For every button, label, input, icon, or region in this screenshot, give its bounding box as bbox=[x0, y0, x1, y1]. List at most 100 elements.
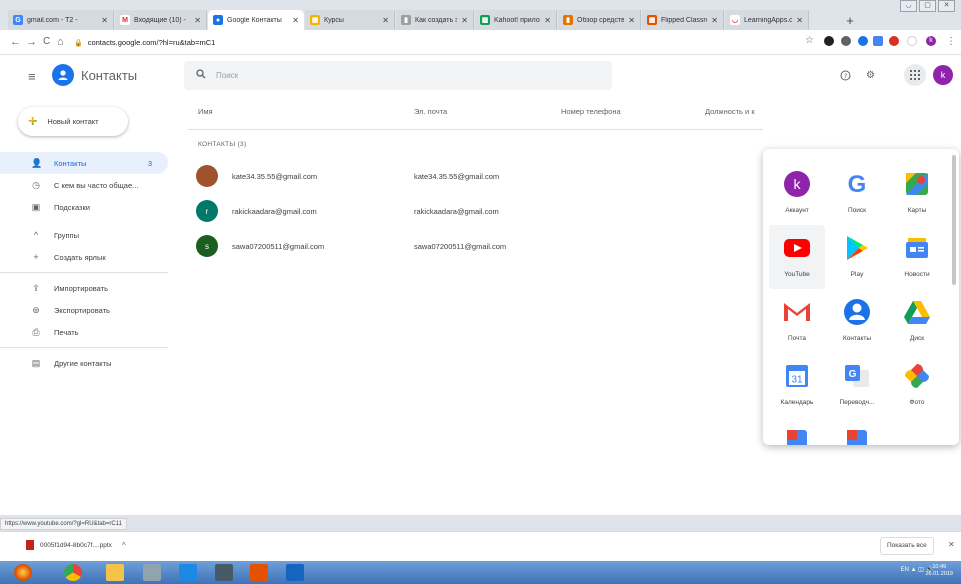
maximize-button[interactable]: ▢ bbox=[919, 0, 936, 12]
contact-email: rakickaadara@gmail.com bbox=[414, 207, 499, 216]
contact-row[interactable]: s sawa07200511@gmail.com sawa07200511@gmai… bbox=[188, 230, 763, 262]
column-header-job[interactable]: Должность и к bbox=[705, 107, 755, 116]
browser-tab[interactable]: ▦ Курсы ✕ bbox=[305, 10, 395, 30]
status-url: https://www.youtube.com/?gl=RU&tab=rC11 bbox=[0, 518, 127, 530]
tab-close-icon[interactable]: ✕ bbox=[101, 16, 108, 25]
svg-text:31: 31 bbox=[791, 375, 803, 386]
app-taskbar-icon[interactable] bbox=[179, 564, 197, 581]
account-avatar[interactable]: k bbox=[933, 65, 953, 85]
sidebar-item[interactable]: ▤ Другие контакты bbox=[0, 352, 170, 374]
app-tile[interactable]: Почта bbox=[769, 289, 825, 353]
browser-tab[interactable]: M Входящие (10) - ✕ bbox=[115, 10, 207, 30]
sidebar-item[interactable]: ^ Группы bbox=[0, 224, 170, 246]
sidebar-item[interactable]: + Создать ярлык bbox=[0, 246, 170, 268]
sidebar-item[interactable]: ⊛ Экспортировать bbox=[0, 299, 170, 321]
new-contact-button[interactable]: + Новый контакт bbox=[18, 107, 128, 136]
profile-avatar[interactable]: k bbox=[926, 36, 936, 46]
app-tile[interactable]: G Переводч... bbox=[829, 353, 885, 417]
minimize-button[interactable]: ◡ bbox=[900, 0, 917, 12]
extension-icon[interactable] bbox=[889, 36, 899, 46]
settings-icon[interactable]: ⚙ bbox=[866, 70, 875, 81]
sidebar-item-label: Создать ярлык bbox=[54, 252, 106, 262]
tab-close-icon[interactable]: ✕ bbox=[628, 16, 635, 25]
extension-icon[interactable] bbox=[841, 36, 851, 46]
sidebar-item-label: Контакты bbox=[54, 158, 87, 168]
browser-tab[interactable]: ◡ LearningApps.or ✕ bbox=[725, 10, 809, 30]
app-taskbar-icon[interactable] bbox=[215, 564, 233, 581]
back-icon[interactable]: ← bbox=[10, 36, 21, 48]
browser-tab[interactable]: Ggmail.com - Т2 - ✕ bbox=[8, 10, 114, 30]
bookmark-star-icon[interactable]: ☆ bbox=[805, 35, 814, 46]
powerpoint-taskbar-icon[interactable] bbox=[250, 564, 268, 581]
app-tile[interactable] bbox=[769, 417, 825, 445]
download-item[interactable]: 0005f1d94-8b0c7f....pptx ^ bbox=[26, 540, 126, 550]
sidebar-item[interactable]: ⇪ Импортировать bbox=[0, 277, 170, 299]
tab-close-icon[interactable]: ✕ bbox=[796, 16, 803, 25]
browser-tab[interactable]: ● Google Контакты ✕ bbox=[208, 10, 304, 30]
column-header-name[interactable]: Имя bbox=[198, 107, 213, 116]
google-apps-button[interactable] bbox=[904, 64, 926, 86]
app-tile[interactable]: Фото bbox=[889, 353, 945, 417]
apps-panel-scrollbar[interactable] bbox=[952, 155, 956, 285]
contact-email: sawa07200511@gmail.com bbox=[414, 242, 507, 251]
app-tile[interactable]: YouTube bbox=[769, 225, 825, 289]
browser-tab[interactable]: ▮ Как создать эле ✕ bbox=[396, 10, 474, 30]
tab-close-icon[interactable]: ✕ bbox=[292, 16, 299, 25]
tab-close-icon[interactable]: ✕ bbox=[544, 16, 551, 25]
extension-icon[interactable] bbox=[907, 36, 917, 46]
contact-row[interactable]: r rakickaadara@gmail.com rakickaadara@gmai… bbox=[188, 195, 763, 227]
column-header-email[interactable]: Эл. почта bbox=[414, 107, 447, 116]
app-tile[interactable]: Диск bbox=[889, 289, 945, 353]
app-tile[interactable]: k Аккаунт bbox=[769, 161, 825, 225]
close-window-button[interactable]: ✕ bbox=[938, 0, 955, 12]
explorer-taskbar-icon[interactable] bbox=[106, 564, 124, 581]
tab-close-icon[interactable]: ✕ bbox=[382, 16, 389, 25]
address-bar[interactable]: 🔒 contacts.google.com/?hl=ru&tab=mC1 bbox=[74, 34, 834, 51]
app-tile[interactable]: 31 Календарь bbox=[769, 353, 825, 417]
app-tile[interactable] bbox=[829, 417, 885, 445]
search-input[interactable]: Поиск bbox=[184, 61, 612, 90]
app-tile[interactable]: Play bbox=[829, 225, 885, 289]
clock-time: 10:49 bbox=[932, 564, 947, 570]
contact-row[interactable]: kate34.35.55@gmail.com kate34.35.55@gmail… bbox=[188, 160, 763, 192]
tab-close-icon[interactable]: ✕ bbox=[711, 16, 718, 25]
clock[interactable]: 10:49 26.01.2019 bbox=[925, 564, 953, 578]
app-tile[interactable]: Контакты bbox=[829, 289, 885, 353]
chrome-taskbar-icon[interactable] bbox=[64, 564, 82, 581]
browser-tab[interactable]: ▦ Flipped Classroo ✕ bbox=[642, 10, 724, 30]
app-tile[interactable]: Карты bbox=[889, 161, 945, 225]
sidebar-item[interactable]: ⎙ Печать bbox=[0, 321, 170, 343]
extension-icon[interactable] bbox=[873, 36, 883, 46]
extension-icon[interactable] bbox=[858, 36, 868, 46]
photos-icon bbox=[902, 361, 932, 391]
help-icon[interactable]: ? bbox=[840, 70, 851, 84]
app-taskbar-icon[interactable] bbox=[143, 564, 161, 581]
show-all-button[interactable]: Показать все bbox=[880, 537, 934, 555]
sidebar-item[interactable]: ▣ Подсказки bbox=[0, 196, 170, 218]
extension-icon[interactable] bbox=[824, 36, 834, 46]
close-downloads-icon[interactable]: ✕ bbox=[948, 540, 955, 549]
tab-label: Входящие (10) - bbox=[134, 16, 186, 24]
app-tile[interactable]: G Поиск bbox=[829, 161, 885, 225]
start-button-icon[interactable] bbox=[14, 564, 32, 581]
app-tile-label: Почта bbox=[787, 335, 807, 342]
new-tab-button[interactable]: + bbox=[840, 10, 860, 30]
tab-close-icon[interactable]: ✕ bbox=[194, 16, 201, 25]
tab-close-icon[interactable]: ✕ bbox=[461, 16, 468, 25]
forward-icon[interactable]: → bbox=[26, 36, 37, 48]
sidebar-item-icon: ⇪ bbox=[32, 282, 40, 293]
reload-icon[interactable]: C bbox=[43, 36, 50, 47]
contact-avatar: r bbox=[196, 200, 218, 222]
browser-tab[interactable]: ▮ Обзор средств ✕ bbox=[558, 10, 641, 30]
browser-tab[interactable]: ▦ Kahoot! прилож ✕ bbox=[475, 10, 557, 30]
column-header-phone[interactable]: Номер телефона bbox=[561, 107, 621, 116]
chevron-up-icon[interactable]: ^ bbox=[122, 541, 126, 550]
tab-label: Обзор средств bbox=[577, 16, 625, 24]
home-icon[interactable]: ⌂ bbox=[57, 36, 64, 48]
sidebar-item[interactable]: ◷ С кем вы часто общае... bbox=[0, 174, 170, 196]
word-taskbar-icon[interactable] bbox=[286, 564, 304, 581]
browser-menu-icon[interactable]: ⋮ bbox=[946, 36, 956, 47]
app-tile[interactable]: Новости bbox=[889, 225, 945, 289]
main-menu-icon[interactable]: ≡ bbox=[28, 69, 36, 84]
sidebar-item[interactable]: 👤 Контакты 3 bbox=[0, 152, 168, 174]
